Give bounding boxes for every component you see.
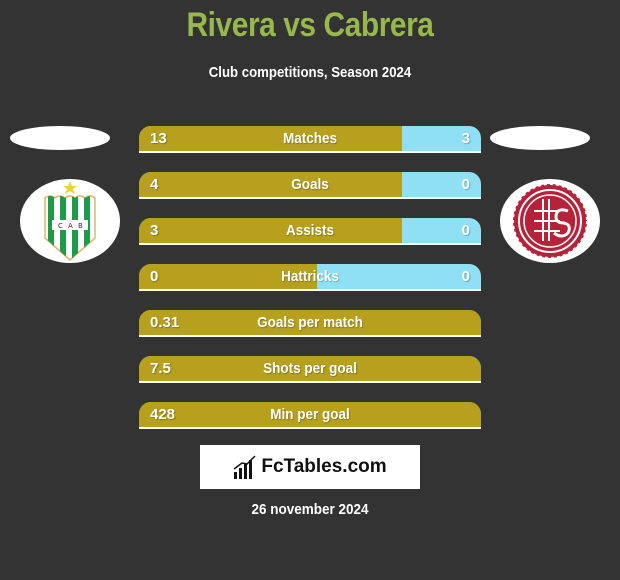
svg-text:B: B: [78, 222, 83, 230]
banfield-crest-icon: C A B: [44, 181, 96, 261]
right-value: 0: [461, 222, 470, 239]
stat-row-shots-per-goal: 7.5 Shots per goal: [139, 356, 481, 383]
fctables-logo[interactable]: FcTables.com: [200, 445, 420, 489]
svg-text:A: A: [68, 222, 73, 230]
stat-label: Min per goal: [270, 406, 350, 423]
right-value: 3: [461, 130, 470, 147]
stat-row-goals: 4 Goals 0: [139, 172, 481, 199]
bar-chart-icon: [233, 455, 256, 479]
left-player-photo-placeholder: [10, 126, 110, 150]
date-label: 26 november 2024: [251, 501, 369, 518]
stat-label: Goals per match: [257, 314, 363, 331]
stat-row-assists: 3 Assists 0: [139, 218, 481, 245]
right-value: 0: [461, 176, 470, 193]
stat-row-min-per-goal: 428 Min per goal: [139, 402, 481, 429]
lanus-crest-icon: [512, 183, 588, 259]
right-value: 0: [461, 268, 470, 285]
stat-label: Hattricks: [281, 268, 339, 285]
page-subtitle: Club competitions, Season 2024: [208, 64, 412, 81]
stat-label: Goals: [291, 176, 329, 193]
stat-row-matches: 13 Matches 3: [139, 126, 481, 153]
page-title: Rivera vs Cabrera: [186, 6, 434, 44]
left-club-crest: C A B: [20, 179, 120, 263]
stat-label: Shots per goal: [263, 360, 357, 377]
stat-row-hattricks: 0 Hattricks 0: [139, 264, 481, 291]
stat-row-goals-per-match: 0.31 Goals per match: [139, 310, 481, 337]
stat-label: Matches: [282, 130, 338, 147]
stat-label: Assists: [285, 222, 335, 239]
right-club-crest: [500, 179, 600, 263]
brand-name: FcTables.com: [261, 456, 387, 477]
svg-text:C: C: [58, 222, 63, 230]
right-player-photo-placeholder: [490, 126, 590, 150]
